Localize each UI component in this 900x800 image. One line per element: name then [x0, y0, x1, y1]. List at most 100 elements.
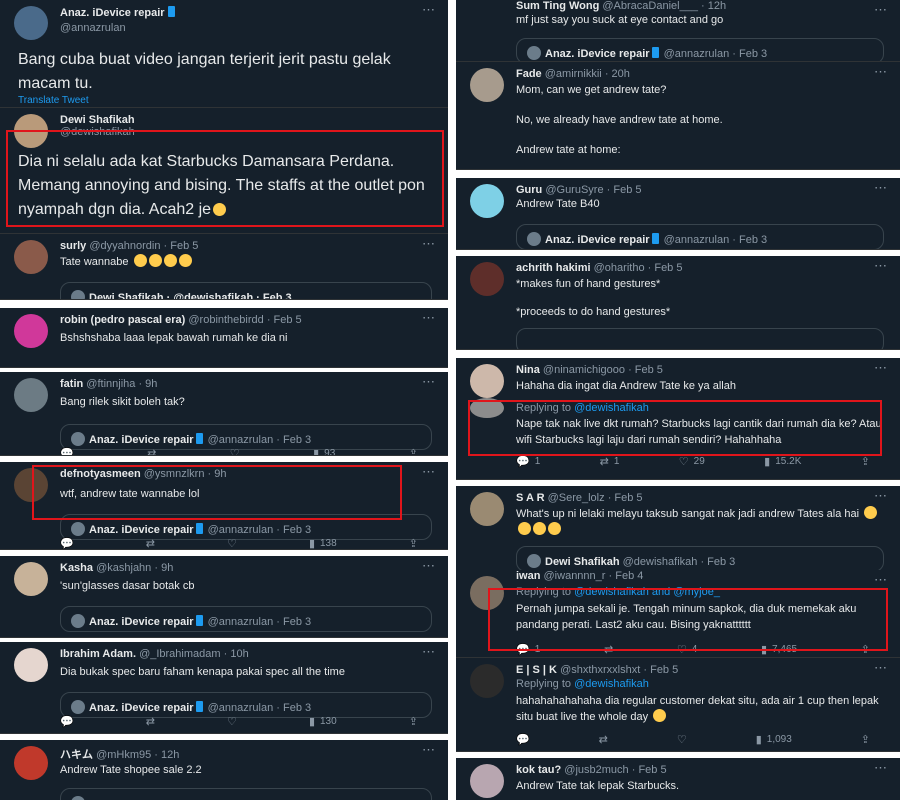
views-button[interactable]: ▮ 93 [313, 446, 335, 456]
quote-avatar [71, 290, 85, 299]
more-options-icon[interactable]: ⋯ [422, 644, 436, 660]
views-icon: ▮ [764, 455, 771, 468]
tweet-achrith[interactable]: achrith hakimi @oharitho · Feb 5 ⋯ *make… [456, 256, 900, 350]
phone-emoji-icon [195, 433, 203, 444]
more-options-icon[interactable]: ⋯ [874, 760, 888, 776]
share-button[interactable]: ⇪ [409, 714, 418, 728]
views-button[interactable]: ▮ 1,093 [756, 732, 792, 746]
reply-button[interactable]: 💬 [60, 536, 74, 550]
retweet-button[interactable]: ⇄ 1 [600, 454, 620, 468]
avatar[interactable] [470, 664, 504, 698]
heart-icon: ♡ [676, 733, 687, 746]
retweet-button[interactable]: ⇄ [147, 446, 156, 456]
crying-emoji-icon [178, 254, 192, 267]
tweet-hakim[interactable]: ハキム @mHkm95 · 12h ⋯ Andrew Tate shopee s… [0, 740, 448, 800]
share-button[interactable]: ⇪ [861, 454, 870, 468]
avatar[interactable] [14, 746, 48, 780]
more-options-icon[interactable]: ⋯ [422, 558, 436, 574]
more-options-icon[interactable]: ⋯ [874, 180, 888, 196]
mention-link[interactable]: @dewishafikah [574, 678, 649, 690]
retweet-icon: ⇄ [147, 447, 157, 456]
avatar[interactable] [470, 492, 504, 526]
avatar[interactable] [14, 378, 48, 412]
tweet-guru[interactable]: Guru @GuruSyre · Feb 5 ⋯ Andrew Tate B40… [456, 178, 900, 250]
quoted-tweet[interactable]: Dewi Shafikah · @dewishafikah · Feb 3 [60, 282, 432, 299]
quoted-tweet[interactable]: Anaz. iDevice repair @annazrulan · Feb 3 [516, 224, 884, 249]
views-button[interactable]: ▮ 138 [309, 536, 337, 550]
tweet-robin[interactable]: robin (pedro pascal era) @robinthebirdd … [0, 308, 448, 368]
avatar[interactable] [14, 240, 48, 274]
views-button[interactable]: ▮ 130 [309, 714, 337, 728]
phone-emoji-icon [195, 615, 203, 626]
tweet-anaz[interactable]: Anaz. iDevice repair @annazrulan ⋯ Bang … [0, 0, 448, 108]
laughing-emoji-icon [653, 709, 667, 722]
more-options-icon[interactable]: ⋯ [874, 572, 888, 588]
avatar[interactable] [470, 262, 504, 296]
more-options-icon[interactable]: ⋯ [874, 64, 888, 80]
like-button[interactable]: ♡ [227, 714, 237, 728]
views-button[interactable]: ▮ 15.2K [764, 454, 801, 468]
quoted-tweet[interactable] [516, 328, 884, 349]
reply-button[interactable]: 💬 [60, 714, 74, 728]
translate-tweet-link[interactable]: Translate Tweet [18, 95, 89, 106]
quoted-tweet[interactable]: Anaz. iDevice repair @annazrulan · Feb 3 [516, 38, 884, 61]
tweet-koktau[interactable]: kok tau? @jusb2much · Feb 5 ⋯ Andrew Tat… [456, 758, 900, 800]
quoted-tweet[interactable]: Anaz. iDevice repair @annazrulan · Feb 3 [60, 606, 432, 632]
more-options-icon[interactable]: ⋯ [874, 660, 888, 676]
reply-button[interactable]: 💬 1 [516, 454, 540, 468]
quote-avatar [527, 46, 541, 60]
tweet-esk[interactable]: E | S | K @shxthxrxxlshxt · Feb 5 ⋯ Repl… [456, 658, 900, 752]
tweet-fatin[interactable]: fatin @ftinnjiha · 9h ⋯ Bang rilek sikit… [0, 372, 448, 456]
reply-icon: 💬 [60, 715, 74, 728]
tweet-header: Anaz. iDevice repair [60, 6, 418, 19]
phone-emoji-icon [651, 47, 659, 58]
avatar[interactable] [14, 6, 48, 40]
more-options-icon[interactable]: ⋯ [422, 236, 436, 252]
retweet-button[interactable]: ⇄ [599, 732, 608, 746]
like-button[interactable]: ♡ [230, 446, 240, 456]
crying-emoji-icon [163, 254, 177, 267]
tweet-sar[interactable]: S A R @Sere_lolz · Feb 5 ⋯ What's up ni … [456, 486, 900, 570]
retweet-icon: ⇄ [145, 715, 155, 728]
left-column: Anaz. iDevice repair @annazrulan ⋯ Bang … [0, 0, 448, 800]
more-options-icon[interactable]: ⋯ [874, 258, 888, 274]
avatar[interactable] [470, 0, 504, 34]
like-button[interactable]: ♡ [227, 536, 237, 550]
tweet-nina[interactable]: Nina @ninamichigooo · Feb 5 ⋯ Hahaha dia… [456, 358, 900, 398]
quoted-tweet[interactable]: Dewi Shafikah @dewishafikah · Feb 3 [516, 546, 884, 570]
avatar[interactable] [14, 562, 48, 596]
avatar[interactable] [470, 364, 504, 398]
tweet-sumtingwong[interactable]: Sum Ting Wong @AbracaDaniel___ · 12h ⋯ m… [456, 0, 900, 62]
more-options-icon[interactable]: ⋯ [422, 742, 436, 758]
retweet-button[interactable]: ⇄ [146, 714, 155, 728]
reply-button[interactable]: 💬 [60, 446, 74, 456]
tweet-kasha[interactable]: Kasha @kashjahn · 9h ⋯ 'sun'glasses dasa… [0, 556, 448, 638]
more-options-icon[interactable]: ⋯ [422, 374, 436, 390]
more-options-icon[interactable]: ⋯ [874, 360, 888, 376]
crying-emoji-icon [533, 522, 546, 535]
more-options-icon[interactable]: ⋯ [422, 310, 436, 326]
avatar[interactable] [470, 68, 504, 102]
like-button[interactable]: ♡ 29 [679, 454, 705, 468]
share-button[interactable]: ⇪ [861, 732, 870, 746]
views-count: 130 [320, 715, 337, 727]
tweet-ibrahim[interactable]: Ibrahim Adam. @_Ibrahimadam · 10h ⋯ Dia … [0, 642, 448, 734]
avatar[interactable] [470, 184, 504, 218]
heart-icon: ♡ [229, 447, 240, 456]
more-options-icon[interactable]: ⋯ [422, 2, 436, 18]
tweet-surly[interactable]: surly @dyyahnordin · Feb 5 ⋯ Tate wannab… [0, 234, 448, 300]
share-button[interactable]: ⇪ [409, 446, 418, 456]
tweet-fade[interactable]: Fade @amirnikkii · 20h ⋯ Mom, can we get… [456, 62, 900, 170]
avatar[interactable] [14, 314, 48, 348]
highlight-box [488, 588, 888, 651]
retweet-button[interactable]: ⇄ [146, 536, 155, 550]
avatar[interactable] [14, 648, 48, 682]
more-options-icon[interactable]: ⋯ [874, 488, 888, 504]
quoted-tweet[interactable] [60, 788, 432, 800]
share-button[interactable]: ⇪ [409, 536, 418, 550]
reply-button[interactable]: 💬 [516, 732, 530, 746]
more-options-icon[interactable]: ⋯ [422, 464, 436, 480]
like-button[interactable]: ♡ [677, 732, 687, 746]
tweet-actions: 💬 ⇄ ♡ ▮ 93 ⇪ [60, 446, 418, 456]
avatar[interactable] [470, 764, 504, 798]
